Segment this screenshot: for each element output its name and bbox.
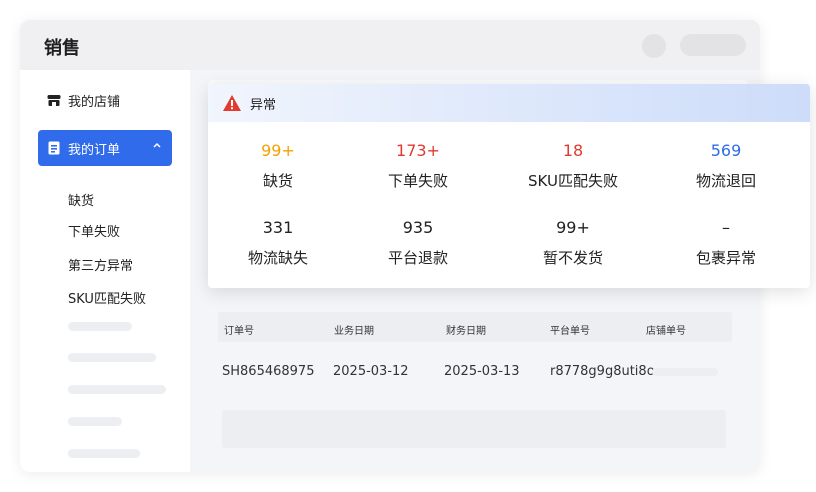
stat-out-of-stock[interactable]: 99+ 缺货 <box>208 141 348 191</box>
stat-label: 物流缺失 <box>247 249 308 267</box>
cell-finance-date: 2025-03-13 <box>444 364 520 379</box>
stat-label: 平台退款 <box>387 249 448 267</box>
sidebar-item-label: 我的店铺 <box>68 94 121 110</box>
cell-platform-order-no: r8778g9g8uti8o <box>550 364 655 379</box>
avatar-placeholder[interactable] <box>642 34 666 58</box>
skeleton-line <box>68 449 140 458</box>
order-icon <box>46 140 62 156</box>
column-header-order-no: 订单号 <box>224 326 254 337</box>
stat-label: 物流退回 <box>695 172 756 190</box>
stat-value: 935 <box>402 218 434 237</box>
stat-label: 暂不发货 <box>542 249 603 267</box>
stat-value: 173+ <box>396 141 440 160</box>
stat-logistics-returned[interactable]: 569 物流退回 <box>656 141 796 191</box>
skeleton-line <box>68 385 166 394</box>
stat-sku-match-failed[interactable]: 18 SKU匹配失败 <box>503 141 643 191</box>
stat-label: 缺货 <box>262 172 293 190</box>
sidebar-subitem-order-failed[interactable]: 下单失败 <box>68 221 120 240</box>
sidebar-item-my-orders[interactable]: 我的订单 <box>38 130 172 166</box>
table-header: 订单号 业务日期 财务日期 平台单号 店铺单号 <box>218 312 732 342</box>
sidebar-item-my-store[interactable]: 我的店铺 <box>38 82 172 118</box>
stat-platform-refund[interactable]: 935 平台退款 <box>348 218 488 268</box>
skeleton-row <box>222 410 726 448</box>
stat-value: 99+ <box>261 141 295 160</box>
stat-value: 569 <box>710 141 742 160</box>
sidebar-item-label: 我的订单 <box>68 142 121 158</box>
column-header-store-order-no: 店铺单号 <box>646 326 686 337</box>
stat-hold-shipment[interactable]: 99+ 暂不发货 <box>503 218 643 268</box>
cell-order-no: SH865468975 <box>222 364 315 379</box>
header-pill-placeholder[interactable] <box>680 34 746 56</box>
sidebar-subitem-third-party-error[interactable]: 第三方异常 <box>68 255 133 274</box>
warning-icon <box>222 94 242 112</box>
stat-logistics-missing[interactable]: 331 物流缺失 <box>208 218 348 268</box>
title-bar: 销售 <box>20 20 760 70</box>
exception-panel-header: 异常 <box>208 84 810 122</box>
stat-value: 99+ <box>556 218 590 237</box>
sidebar-subitem-sku-match-failed[interactable]: SKU匹配失败 <box>68 288 146 307</box>
stat-value: – <box>722 218 730 237</box>
cell-store-order-no-placeholder <box>652 368 718 376</box>
stat-value: 18 <box>562 141 584 160</box>
stat-value: 331 <box>262 218 294 237</box>
exception-panel-title: 异常 <box>250 97 277 113</box>
store-icon <box>46 92 62 108</box>
column-header-business-date: 业务日期 <box>334 326 374 337</box>
stat-label: SKU匹配失败 <box>528 172 618 190</box>
chevron-up-icon[interactable] <box>152 139 162 153</box>
sidebar: 我的店铺 我的订单 缺货 下单失败 第三方异常 SKU匹配失败 <box>20 70 190 472</box>
skeleton-line <box>68 417 122 426</box>
column-header-platform-order-no: 平台单号 <box>550 326 590 337</box>
skeleton-line <box>68 353 156 362</box>
stat-order-failed[interactable]: 173+ 下单失败 <box>348 141 488 191</box>
cell-business-date: 2025-03-12 <box>333 364 409 379</box>
column-header-finance-date: 财务日期 <box>446 326 486 337</box>
stat-package-exception[interactable]: – 包裹异常 <box>656 218 796 268</box>
stat-label: 包裹异常 <box>695 249 756 267</box>
exception-panel: 异常 99+ 缺货 173+ 下单失败 18 SKU匹配失败 569 物流退回 … <box>208 84 810 288</box>
app-title: 销售 <box>44 38 80 59</box>
sidebar-subitem-out-of-stock[interactable]: 缺货 <box>68 190 94 209</box>
stat-label: 下单失败 <box>387 172 448 190</box>
skeleton-line <box>68 322 132 331</box>
